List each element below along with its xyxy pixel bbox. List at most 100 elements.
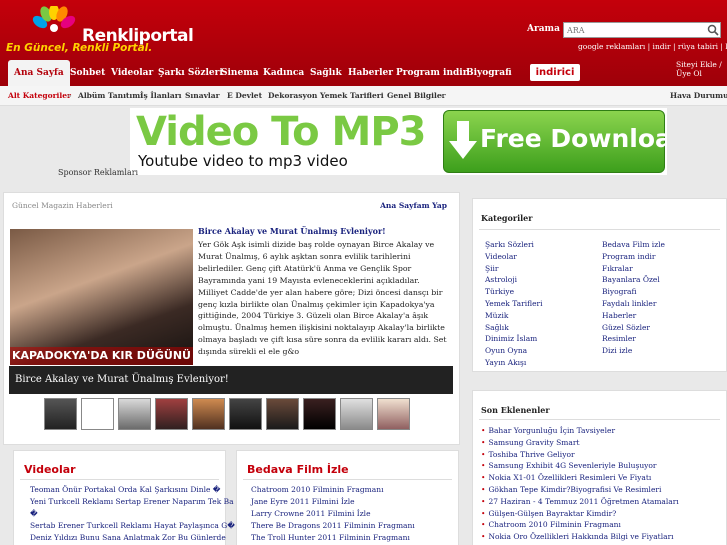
list-item[interactable]: • Chatroom 2010 Filminin Fragmanı — [481, 519, 679, 531]
category-link[interactable]: Bedava Film izle — [602, 239, 665, 251]
list-item[interactable]: Jane Eyre 2011 Filmini İzle — [251, 496, 415, 508]
category-link[interactable]: Biyografi — [602, 286, 665, 298]
list-item[interactable]: • 27 Haziran - 4 Temmuz 2011 Öğretmen Ata… — [481, 496, 679, 508]
list-item[interactable]: • Samsung Gravity Smart — [481, 437, 679, 449]
list-item[interactable]: Sertab Erener Turkcell Reklamı Hayat Pay… — [30, 520, 235, 532]
category-link[interactable]: Haberler — [602, 310, 665, 322]
ad-banner[interactable]: Video To MP3 Youtube video to mp3 video … — [130, 108, 667, 175]
nav-haberler[interactable]: Haberler — [348, 60, 393, 86]
category-link[interactable]: Oyun Oyna — [485, 345, 543, 357]
subnav-weather[interactable]: Hava Durumu — [670, 91, 727, 100]
nav-saglik[interactable]: Sağlık — [310, 60, 342, 86]
subnav-item[interactable]: Yemek Tarifleri — [320, 91, 384, 100]
videos-box: Videolar Teoman Önür Portakal Orda Kal Ş… — [13, 450, 235, 545]
category-link[interactable]: Yemek Tarifleri — [485, 298, 543, 310]
nav-sinema[interactable]: Sinema — [221, 60, 259, 86]
subnav-item[interactable]: Dekorasyon — [268, 91, 317, 100]
thumbnail[interactable] — [377, 398, 410, 430]
category-link[interactable]: Dinimiz İslam — [485, 333, 543, 345]
category-link[interactable]: Dizi izle — [602, 345, 665, 357]
thumbnail[interactable] — [192, 398, 225, 430]
nav-videolar[interactable]: Videolar — [111, 60, 153, 86]
search-icon[interactable] — [707, 24, 719, 36]
thumbnail[interactable] — [118, 398, 151, 430]
list-item[interactable]: Yeni Turkcell Reklamı Sertap Erener Napa… — [30, 496, 235, 508]
nav-sarki-sozleri[interactable]: Şarkı Sözleri — [158, 60, 223, 86]
ad-download-button[interactable]: Free Download — [443, 110, 667, 173]
thumbnail[interactable] — [266, 398, 299, 430]
category-link[interactable]: Güzel Sözler — [602, 322, 665, 334]
category-link[interactable]: Program indir — [602, 251, 665, 263]
ad-button-label: Free Download — [480, 124, 667, 153]
list-item[interactable]: • Gülşen-Gülşen Bayraktar Kimdir? — [481, 508, 679, 520]
bullet-icon: • — [481, 532, 486, 542]
subnav-item[interactable]: Genel Bilgiler — [387, 91, 446, 100]
slider-title[interactable]: Birce Akalay ve Murat Ünalmış Evleniyor! — [9, 366, 453, 394]
list-item[interactable]: � — [30, 508, 235, 520]
category-link[interactable]: Yayın Akışı — [485, 357, 543, 369]
films-box: Bedava Film İzle Chatroom 2010 Filminin … — [236, 450, 459, 545]
category-link[interactable]: Faydalı linkler — [602, 298, 665, 310]
list-item[interactable]: • Nokia Oro Özellikleri Hakkında Bilgi ve… — [481, 531, 679, 543]
list-item[interactable]: • Nokia X1-01 Özellikleri Resimleri Ve Fi… — [481, 472, 679, 484]
thumbnail[interactable] — [229, 398, 262, 430]
nav-kadinca[interactable]: Kadınca — [263, 60, 304, 86]
categories-title: Kategoriler — [481, 213, 533, 223]
nav-biyografi[interactable]: Biyografi — [466, 60, 512, 86]
news-body: Yer Gök Aşk isimli dizide baş rolde oyna… — [198, 240, 447, 357]
category-link[interactable]: Müzik — [485, 310, 543, 322]
bullet-icon: • — [481, 473, 486, 483]
thumbnail[interactable] — [155, 398, 188, 430]
bullet-icon: • — [481, 484, 486, 494]
subnav-item[interactable]: Sınavlar — [185, 91, 220, 100]
quick-links[interactable]: google reklamları | indir | rüya tabiri … — [578, 42, 727, 51]
news-title[interactable]: Birce Akalay ve Murat Ünalmış Evleniyor! — [198, 226, 386, 236]
subnav-item[interactable]: E Devlet — [227, 91, 262, 100]
indirici-logo[interactable]: indirici — [530, 64, 580, 81]
list-item[interactable]: Larry Crowne 2011 Filmini İzle — [251, 508, 415, 520]
news-image-caption: KAPADOKYA'DA KIR DÜĞÜNÜ — [10, 347, 193, 365]
divider — [243, 479, 452, 480]
bullet-icon: • — [481, 461, 486, 471]
search-input[interactable] — [563, 22, 721, 38]
bullet-icon: • — [481, 520, 486, 530]
thumbnail[interactable] — [303, 398, 336, 430]
subnav-item[interactable]: Albüm Tanıtımı — [78, 91, 143, 100]
nav-sohbet[interactable]: Sohbet — [70, 60, 105, 86]
category-link[interactable]: Resimler — [602, 333, 665, 345]
thumbnail[interactable] — [81, 398, 114, 430]
divider — [479, 229, 720, 230]
bullet-icon: • — [481, 449, 486, 459]
category-link[interactable]: Fıkralar — [602, 263, 665, 275]
list-item[interactable]: There Be Dragons 2011 Filminin Fragmanı — [251, 520, 415, 532]
logo[interactable]: Renkliportal En Güncel, Renkli Portal. — [6, 6, 194, 56]
set-homepage-link[interactable]: Ana Sayfam Yap — [380, 201, 447, 210]
news-image[interactable]: KAPADOKYA'DA KIR DÜĞÜNÜ — [10, 229, 193, 365]
subnav-all-categories[interactable]: Alt Kategoriler — [8, 91, 71, 100]
list-item[interactable]: • Bahar Yorgunluğu İçin Tavsiyeler — [481, 425, 679, 437]
category-link[interactable]: Sağlık — [485, 322, 543, 334]
category-link[interactable]: Türkiye — [485, 286, 543, 298]
list-item[interactable]: The Troll Hunter 2011 Filminin Fragmanı — [251, 532, 415, 544]
list-item[interactable]: Chatroom 2010 Filminin Fragmanı — [251, 484, 415, 496]
subnav-item[interactable]: İş İlanları — [140, 91, 182, 100]
category-link[interactable]: Şarkı Sözleri — [485, 239, 543, 251]
list-item[interactable]: • Samsung Exhibit 4G Sevenleriyle Buluşuy… — [481, 460, 679, 472]
category-link[interactable]: Bayanlara Özel — [602, 274, 665, 286]
list-item[interactable]: • Toshiba Thrive Geliyor — [481, 449, 679, 461]
logo-slogan: En Güncel, Renkli Portal. — [6, 42, 153, 54]
nav-home[interactable]: Ana Sayfa — [8, 60, 70, 86]
category-link[interactable]: Videolar — [485, 251, 543, 263]
category-link[interactable]: Şiir — [485, 263, 543, 275]
list-item[interactable]: Deniz Yıldızı Bunu Sana Anlatmak Zor Bu … — [30, 532, 235, 544]
site-header: Renkliportal En Güncel, Renkli Portal. A… — [0, 0, 727, 86]
bullet-icon: • — [481, 508, 486, 518]
sponsor-label: Sponsor Reklamları — [58, 168, 139, 177]
list-item[interactable]: Teoman Önür Portakal Orda Kal Şarkısını … — [30, 484, 235, 496]
thumbnail[interactable] — [340, 398, 373, 430]
category-link[interactable]: Astroloji — [485, 274, 543, 286]
nav-program-indir[interactable]: Program indir — [396, 60, 467, 86]
categories-col-1: Şarkı Sözleri Videolar Şiir Astroloji Tü… — [485, 239, 543, 369]
list-item[interactable]: • Gökhan Tepe Kimdir?Biyografisi Ve Resim… — [481, 484, 679, 496]
thumbnail[interactable] — [44, 398, 77, 430]
